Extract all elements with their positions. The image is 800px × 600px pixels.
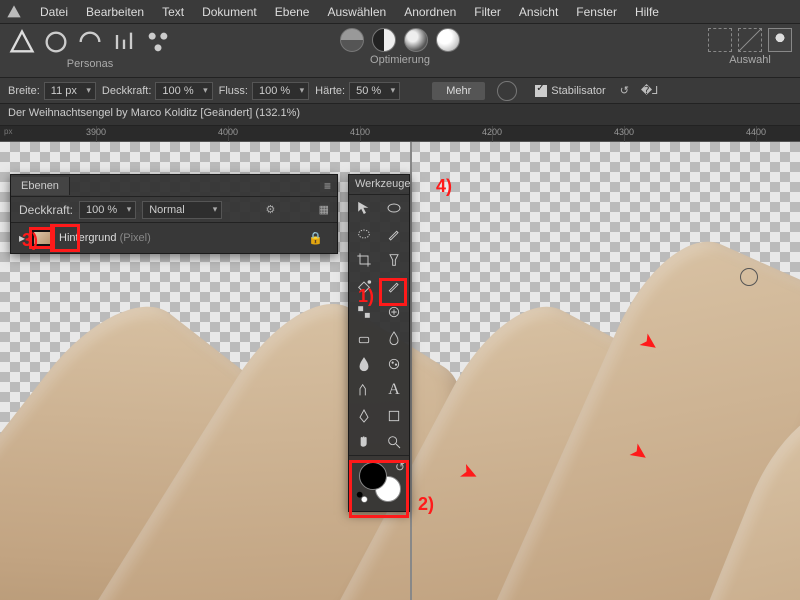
deckkraft-dropdown[interactable]: 100 % xyxy=(155,82,212,100)
clone-brush-icon[interactable] xyxy=(349,377,379,403)
rope-mode-icon[interactable]: ↺ xyxy=(620,84,629,97)
blend-mode-dropdown[interactable]: Normal xyxy=(142,201,222,219)
context-toolbar: Breite: 11 px Deckkraft: 100 % Fluss: 10… xyxy=(0,78,800,104)
view-tool-icon[interactable] xyxy=(379,195,409,221)
swap-colors-icon[interactable]: ↺ xyxy=(395,460,405,474)
move-tool-icon[interactable] xyxy=(349,195,379,221)
annotation-3: 3) xyxy=(22,230,38,251)
liquify-persona-icon[interactable] xyxy=(42,28,70,56)
breite-dropdown[interactable]: 11 px xyxy=(44,82,96,100)
freehand-select-icon[interactable] xyxy=(349,221,379,247)
erase-brush-icon[interactable] xyxy=(379,273,409,299)
panel-settings-icon[interactable]: ▦ xyxy=(319,203,329,216)
foreground-color-swatch[interactable] xyxy=(359,462,387,490)
layer-opacity-dropdown[interactable]: 100 % xyxy=(79,201,136,219)
document-title: Der Weihnachtsengel by Marco Kolditz [Ge… xyxy=(0,104,800,126)
menu-ebene[interactable]: Ebene xyxy=(275,5,310,19)
menu-dokument[interactable]: Dokument xyxy=(202,5,257,19)
fluss-dropdown[interactable]: 100 % xyxy=(252,82,309,100)
annotation-1: 1) xyxy=(358,286,374,307)
menu-bearbeiten[interactable]: Bearbeiten xyxy=(86,5,144,19)
reset-colors-icon[interactable] xyxy=(355,490,369,504)
menu-bar: Datei Bearbeiten Text Dokument Ebene Aus… xyxy=(0,0,800,24)
gear-icon[interactable]: ⚙ xyxy=(265,203,275,216)
layer-row[interactable]: ▸ Hintergrund (Pixel) 🔒 xyxy=(11,223,337,253)
menu-auswaehlen[interactable]: Auswählen xyxy=(327,5,386,19)
stabilisator-label: Stabilisator xyxy=(551,85,605,97)
export-persona-icon[interactable] xyxy=(144,28,172,56)
tools-panel[interactable]: Werkzeuge A ↺ xyxy=(348,174,410,512)
ruler-unit: px xyxy=(4,127,12,136)
optimierung-label: Optimierung xyxy=(370,54,430,66)
menu-fenster[interactable]: Fenster xyxy=(576,5,617,19)
annotation-4: 4) xyxy=(436,176,452,197)
zoom-tool-icon[interactable] xyxy=(379,429,409,455)
layer-opacity-label: Deckkraft: xyxy=(19,203,73,217)
personas-label: Personas xyxy=(67,58,113,70)
ruler-tick: 4000 xyxy=(218,127,238,137)
menu-filter[interactable]: Filter xyxy=(474,5,501,19)
white-balance-icon[interactable] xyxy=(436,28,460,52)
shape-tool-icon[interactable] xyxy=(379,403,409,429)
persona-toolbar: Personas Optimierung Auswahl xyxy=(0,24,800,78)
ruler-tick: 4300 xyxy=(614,127,634,137)
stabilisator-checkbox[interactable] xyxy=(535,85,547,97)
levels-icon[interactable] xyxy=(340,28,364,52)
fluss-label: Fluss: xyxy=(219,85,248,97)
menu-datei[interactable]: Datei xyxy=(40,5,68,19)
tone-persona-icon[interactable] xyxy=(110,28,138,56)
curves-icon[interactable] xyxy=(372,28,396,52)
app-logo-icon xyxy=(6,4,22,20)
mehr-button[interactable]: Mehr xyxy=(432,82,485,100)
menu-hilfe[interactable]: Hilfe xyxy=(635,5,659,19)
breite-label: Breite: xyxy=(8,85,40,97)
dodge-brush-icon[interactable] xyxy=(349,351,379,377)
annotation-2: 2) xyxy=(418,494,434,515)
horizontal-ruler: px 3900 4000 4100 4200 4300 4400 xyxy=(0,126,800,142)
selection-diag-icon[interactable] xyxy=(738,28,762,52)
ruler-tick: 4100 xyxy=(350,127,370,137)
paint-brush-icon[interactable] xyxy=(379,221,409,247)
layers-panel[interactable]: Ebenen ≡ Deckkraft: 100 % Normal ⚙ ▦ ▸ H… xyxy=(10,174,338,254)
photo-persona-icon[interactable] xyxy=(8,28,36,56)
brush-settings-icon[interactable] xyxy=(497,81,517,101)
color-swatch[interactable]: ↺ xyxy=(349,455,409,511)
ruler-tick: 4400 xyxy=(746,127,766,137)
brush-cursor-icon xyxy=(740,268,758,286)
menu-ansicht[interactable]: Ansicht xyxy=(519,5,558,19)
auswahl-label: Auswahl xyxy=(729,54,771,66)
ruler-tick: 3900 xyxy=(86,127,106,137)
tools-panel-title: Werkzeuge xyxy=(349,175,409,195)
menu-text[interactable]: Text xyxy=(162,5,184,19)
panel-menu-icon[interactable]: ≡ xyxy=(318,176,337,196)
flood-select-icon[interactable] xyxy=(379,247,409,273)
crop-tool-icon[interactable] xyxy=(349,247,379,273)
blur-brush-icon[interactable] xyxy=(379,325,409,351)
bw-icon[interactable] xyxy=(404,28,428,52)
deckkraft-label: Deckkraft: xyxy=(102,85,152,97)
erase-tool-icon[interactable] xyxy=(349,325,379,351)
text-tool-icon[interactable]: A xyxy=(379,377,409,403)
haerte-dropdown[interactable]: 50 % xyxy=(349,82,400,100)
develop-persona-icon[interactable] xyxy=(76,28,104,56)
hand-tool-icon[interactable] xyxy=(349,429,379,455)
window-mode-icon[interactable]: �⅃ xyxy=(641,84,658,97)
sponge-brush-icon[interactable] xyxy=(379,351,409,377)
layers-tab[interactable]: Ebenen xyxy=(11,177,70,195)
menu-anordnen[interactable]: Anordnen xyxy=(404,5,456,19)
view-divider xyxy=(410,142,412,600)
layer-name-label: Hintergrund (Pixel) xyxy=(59,232,151,244)
pen-tool-icon[interactable] xyxy=(349,403,379,429)
lock-icon[interactable]: 🔒 xyxy=(308,231,323,245)
haerte-label: Härte: xyxy=(315,85,345,97)
inpaint-brush-icon[interactable] xyxy=(379,299,409,325)
selection-rect-icon[interactable] xyxy=(708,28,732,52)
ruler-tick: 4200 xyxy=(482,127,502,137)
selection-person-icon[interactable] xyxy=(768,28,792,52)
